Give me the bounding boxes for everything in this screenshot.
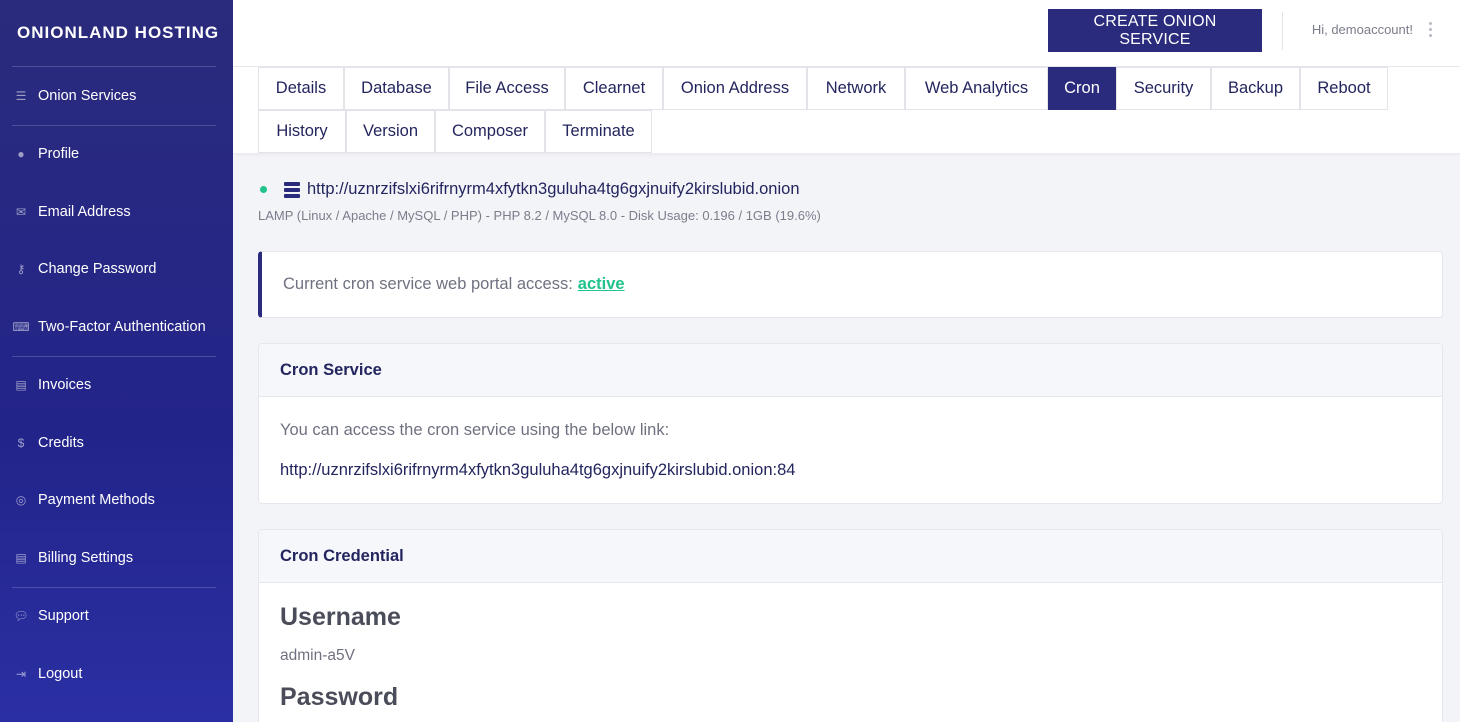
dollar-icon: $ bbox=[17, 435, 25, 450]
sidebar-item-label: Payment Methods bbox=[38, 492, 155, 509]
tab-details[interactable]: Details bbox=[258, 67, 344, 110]
sidebar-item-profile[interactable]: ● Profile bbox=[0, 126, 233, 184]
card-title: Cron Credential bbox=[259, 530, 1442, 583]
sign-out-icon: ⇥ bbox=[15, 666, 27, 681]
service-tabs: Details Database File Access Clearnet On… bbox=[233, 67, 1460, 153]
sidebar-item-label: Invoices bbox=[38, 377, 92, 394]
sidebar-item-label: Change Password bbox=[38, 261, 157, 278]
card-title: Cron Service bbox=[259, 344, 1442, 397]
tab-web-analytics[interactable]: Web Analytics bbox=[905, 67, 1048, 110]
cron-credential-card: Cron Credential Username admin-a5V Passw… bbox=[258, 529, 1443, 722]
username-value: admin-a5V bbox=[280, 647, 355, 664]
sidebar-item-email-address[interactable]: ✉ Email Address bbox=[0, 183, 233, 241]
sidebar-item-onion-services[interactable]: ☰ Onion Services bbox=[0, 67, 233, 125]
comments-icon: 💬︎ bbox=[13, 609, 29, 624]
sidebar-item-invoices[interactable]: ▤ Invoices bbox=[0, 357, 233, 415]
sidebar-item-two-factor[interactable]: ⌨ Two-Factor Authentication bbox=[0, 298, 233, 356]
user-greeting[interactable]: Hi, demoaccount! bbox=[1312, 22, 1413, 37]
server-icon: ☰ bbox=[15, 88, 27, 103]
file-invoice-icon: ▤ bbox=[15, 378, 27, 393]
sidebar-item-credits[interactable]: $ Credits bbox=[0, 414, 233, 472]
password-label: Password bbox=[280, 683, 399, 711]
tab-reboot[interactable]: Reboot bbox=[1300, 67, 1388, 110]
username-label: Username bbox=[280, 603, 401, 631]
service-header: http://uznrzifslxi6rifrnyrm4xfytkn3guluh… bbox=[258, 180, 800, 199]
cron-service-card: Cron Service You can access the cron ser… bbox=[258, 343, 1443, 504]
sidebar-item-logout[interactable]: ⇥ Logout bbox=[0, 645, 233, 703]
sidebar-item-support[interactable]: 💬︎ Support bbox=[0, 588, 233, 646]
kebab-menu-icon[interactable] bbox=[1427, 22, 1433, 37]
sidebar-item-label: Credits bbox=[38, 434, 84, 451]
tab-security[interactable]: Security bbox=[1116, 67, 1211, 110]
sidebar-item-billing-settings[interactable]: ▤ Billing Settings bbox=[0, 529, 233, 587]
sidebar: ONIONLAND HOSTING ☰ Onion Services ● Pro… bbox=[0, 0, 233, 722]
sidebar-item-label: Billing Settings bbox=[38, 549, 134, 566]
sidebar-item-change-password[interactable]: ⚷ Change Password bbox=[0, 241, 233, 299]
create-onion-service-button[interactable]: CREATE ONION SERVICE bbox=[1048, 9, 1262, 52]
access-status-link[interactable]: active bbox=[578, 275, 625, 294]
header-divider bbox=[1282, 12, 1283, 50]
tab-onion-address[interactable]: Onion Address bbox=[663, 67, 807, 110]
cron-service-link[interactable]: http://uznrzifslxi6rifrnyrm4xfytkn3guluh… bbox=[280, 461, 1421, 480]
top-bar: CREATE ONION SERVICE Hi, demoaccount! bbox=[233, 0, 1460, 67]
cron-service-description: You can access the cron service using th… bbox=[280, 421, 670, 439]
email-icon: ✉ bbox=[15, 204, 27, 219]
sidebar-item-label: Two-Factor Authentication bbox=[38, 318, 206, 335]
tab-network[interactable]: Network bbox=[807, 67, 905, 110]
tab-clearnet[interactable]: Clearnet bbox=[565, 67, 663, 110]
onion-service-url[interactable]: http://uznrzifslxi6rifrnyrm4xfytkn3guluh… bbox=[307, 180, 800, 199]
sidebar-item-label: Support bbox=[38, 608, 89, 625]
tab-terminate[interactable]: Terminate bbox=[545, 110, 652, 153]
sidebar-item-label: Email Address bbox=[38, 203, 131, 220]
cron-access-alert: Current cron service web portal access: … bbox=[258, 251, 1443, 318]
tab-database[interactable]: Database bbox=[344, 67, 449, 110]
tab-backup[interactable]: Backup bbox=[1211, 67, 1300, 110]
alert-text: Current cron service web portal access: bbox=[283, 275, 573, 293]
user-icon: ● bbox=[17, 147, 25, 162]
tab-cron[interactable]: Cron bbox=[1048, 67, 1116, 110]
tab-history[interactable]: History bbox=[258, 110, 346, 153]
keyboard-icon: ⌨ bbox=[12, 319, 30, 334]
brand-logo[interactable]: ONIONLAND HOSTING bbox=[0, 0, 233, 66]
status-indicator bbox=[260, 186, 267, 193]
file-icon: ▤ bbox=[15, 550, 27, 565]
sidebar-item-payment-methods[interactable]: ◎ Payment Methods bbox=[0, 472, 233, 530]
tab-composer[interactable]: Composer bbox=[435, 110, 545, 153]
sidebar-item-label: Profile bbox=[38, 146, 80, 163]
tab-file-access[interactable]: File Access bbox=[449, 67, 565, 110]
key-icon: ⚷ bbox=[16, 262, 26, 277]
service-info: LAMP (Linux / Apache / MySQL / PHP) - PH… bbox=[258, 208, 821, 223]
tab-version[interactable]: Version bbox=[346, 110, 435, 153]
sidebar-item-label: Logout bbox=[38, 665, 83, 682]
sidebar-item-label: Onion Services bbox=[38, 87, 137, 104]
coins-icon: ◎ bbox=[15, 493, 27, 508]
server-icon bbox=[284, 181, 300, 198]
